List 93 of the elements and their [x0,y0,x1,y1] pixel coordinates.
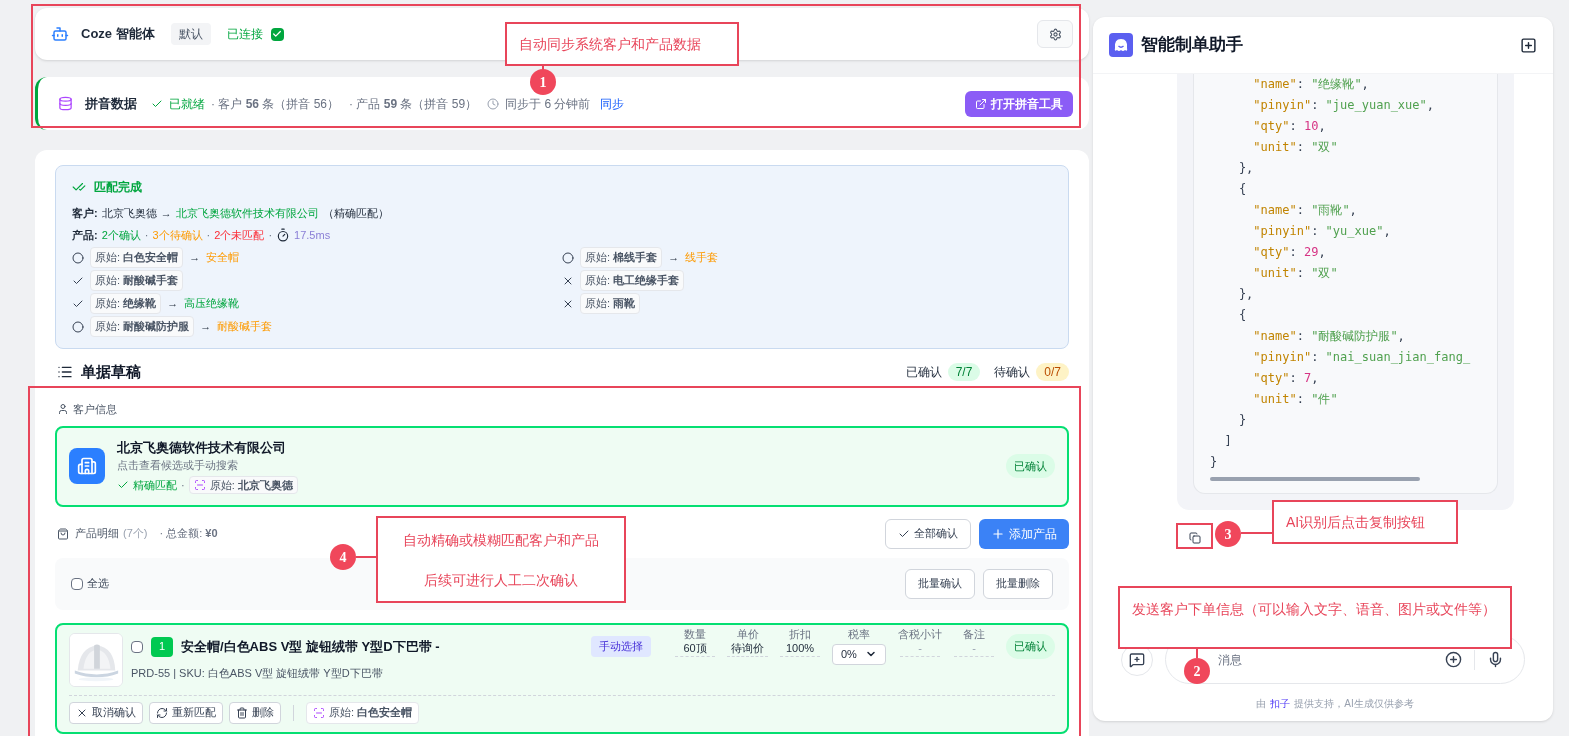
original-chip: 原始: 棉线手套 [580,247,663,268]
footer-text: 由 [1256,697,1267,711]
field-label: 税率 [848,628,870,642]
separator-dot: · [144,227,149,243]
pinyin-title: 拼音数据 [85,94,137,113]
separator-dot: · [206,227,211,243]
separator-dot: · [181,477,185,493]
customer-target: 北京飞奥德软件技术有限公司 [175,206,319,221]
original-chip: 原始: 绝缘靴 [90,293,162,314]
code-line: { [1237,307,1247,324]
arrow-text: → [200,319,212,335]
product-count: (7个) [123,526,148,542]
original-chip: 原始: 耐酸碱防护服 [90,316,195,337]
arrow-text: → [160,206,172,221]
code-line: "pinyin": "nai_suan_jian_fang_ [1252,349,1471,366]
product-stat: 3个待确认 [152,227,203,243]
code-line: "unit": "件" [1252,391,1338,408]
code-line: "name": "耐酸碱防护服", [1252,328,1405,345]
match-type: 精确匹配 [133,477,177,493]
count-pill: 7/7 [947,363,981,381]
code-line: "unit": "双" [1252,139,1338,156]
section-label: 客户信息 [73,402,117,417]
field-label: 单价 [736,628,759,642]
code-line: "qty": 10, [1252,118,1326,135]
assistant-title: 智能制单助手 [1141,34,1243,57]
product-title: 安全帽/白色ABS V型 旋钮绒带 Y型D下巴带 - [181,637,440,656]
annotation-text: 自动精确或模糊匹配客户和产品 [403,530,599,550]
code-line: ] [1223,433,1232,450]
confirmed-badge: 已确认 [1006,634,1055,659]
customer-original: 北京飞奥德 [101,206,157,221]
count-pill: 0/7 [1036,363,1069,381]
original-chip: 原始: 电工绝缘手套 [580,270,685,291]
original-chip: 原始: 白色安全帽 [90,247,184,268]
field-label: 含税小计 [898,628,942,642]
product-stat: 2个未匹配 [214,227,265,243]
product-label: 产品: [72,227,98,243]
match-target: 耐酸碱手套 [217,319,273,335]
original-text: 原始: 北京飞奥德 [209,477,293,493]
match-note: （精确匹配） [322,206,389,221]
arrow-text: → [167,296,179,312]
code-line: } [1237,412,1247,429]
original-text: 原始: 白色安全帽 [329,705,413,721]
default-tag: 默认 [170,23,211,45]
code-line: "qty": 29, [1252,244,1326,261]
stat-text: · 产品 59 条（拼音 59） [349,95,478,113]
code-line: "pinyin": "jue_yuan_xue", [1252,97,1434,114]
company-name: 北京飞奥德软件技术有限公司 [117,438,287,457]
customer-hint: 点击查看候选或手动搜索 [117,458,239,474]
product-sku: PRD-55 | SKU: 白色ABS V型 旋钮绒带 Y型D下巴带 [131,665,384,681]
connection-status: 已连接 [226,26,263,43]
code-line: }, [1237,160,1254,177]
code-line: } [1210,454,1218,471]
code-line: "qty": 7, [1252,370,1319,387]
step-number-tooltip: 1 [530,69,556,95]
separator-dot: · [268,227,273,243]
original-chip: 原始: 雨靴 [580,293,641,314]
annotation-text: 后续可进行人工二次确认 [424,570,578,590]
field-label: 备注 [963,628,985,642]
count-label: 待确认 [994,364,1031,381]
annotation-text: AI识别后点击复制按钮 [1286,513,1426,532]
code-line: { [1237,181,1247,198]
select-value: 0% [841,647,857,663]
match-time: 17.5ms [294,227,331,243]
original-chip: 原始: 耐酸碱手套 [90,270,184,291]
product-stat: 2个确认 [101,227,141,243]
field-label: 数量 [684,628,706,642]
arrow-text: → [189,250,201,266]
row-number: 1 [151,636,173,657]
section-label: 产品明细 [75,526,119,542]
ready-status: 已就绪 [169,95,205,113]
code-line: "name": "雨靴", [1252,202,1357,219]
match-title: 匹配完成 [94,179,142,196]
agent-name: Coze 智能体 [81,25,155,44]
manual-select-tag: 手动选择 [591,636,651,657]
code-line: "name": "绝缘靴", [1252,76,1369,93]
code-line: "unit": "双" [1252,265,1338,282]
count-label: 已确认 [905,364,942,381]
match-target: 高压绝缘靴 [184,296,240,312]
sync-time: 同步于 6 分钟前 [505,95,591,113]
match-target: 安全帽 [206,250,240,266]
code-line: "pinyin": "yu_xue", [1252,223,1391,240]
code-line: }, [1237,286,1254,303]
footer-text: 提供支持，AI生成仅供参考 [1294,697,1414,711]
arrow-text: → [668,250,680,266]
confirmed-badge: 已确认 [1006,453,1055,479]
match-target: 线手套 [685,250,719,266]
customer-label: 客户: [72,206,98,221]
annotation-text: 发送客户下单信息（可以输入文字、语音、图片或文件等） [1132,600,1496,619]
draft-title: 单据草稿 [81,361,141,382]
stat-text: · 客户 56 条（拼音 56） [211,95,340,113]
total-amount: · 总金额: ¥0 [159,526,218,542]
annotation-text: 自动同步系统客户和产品数据 [519,35,701,54]
field-label: 折扣 [789,628,811,642]
